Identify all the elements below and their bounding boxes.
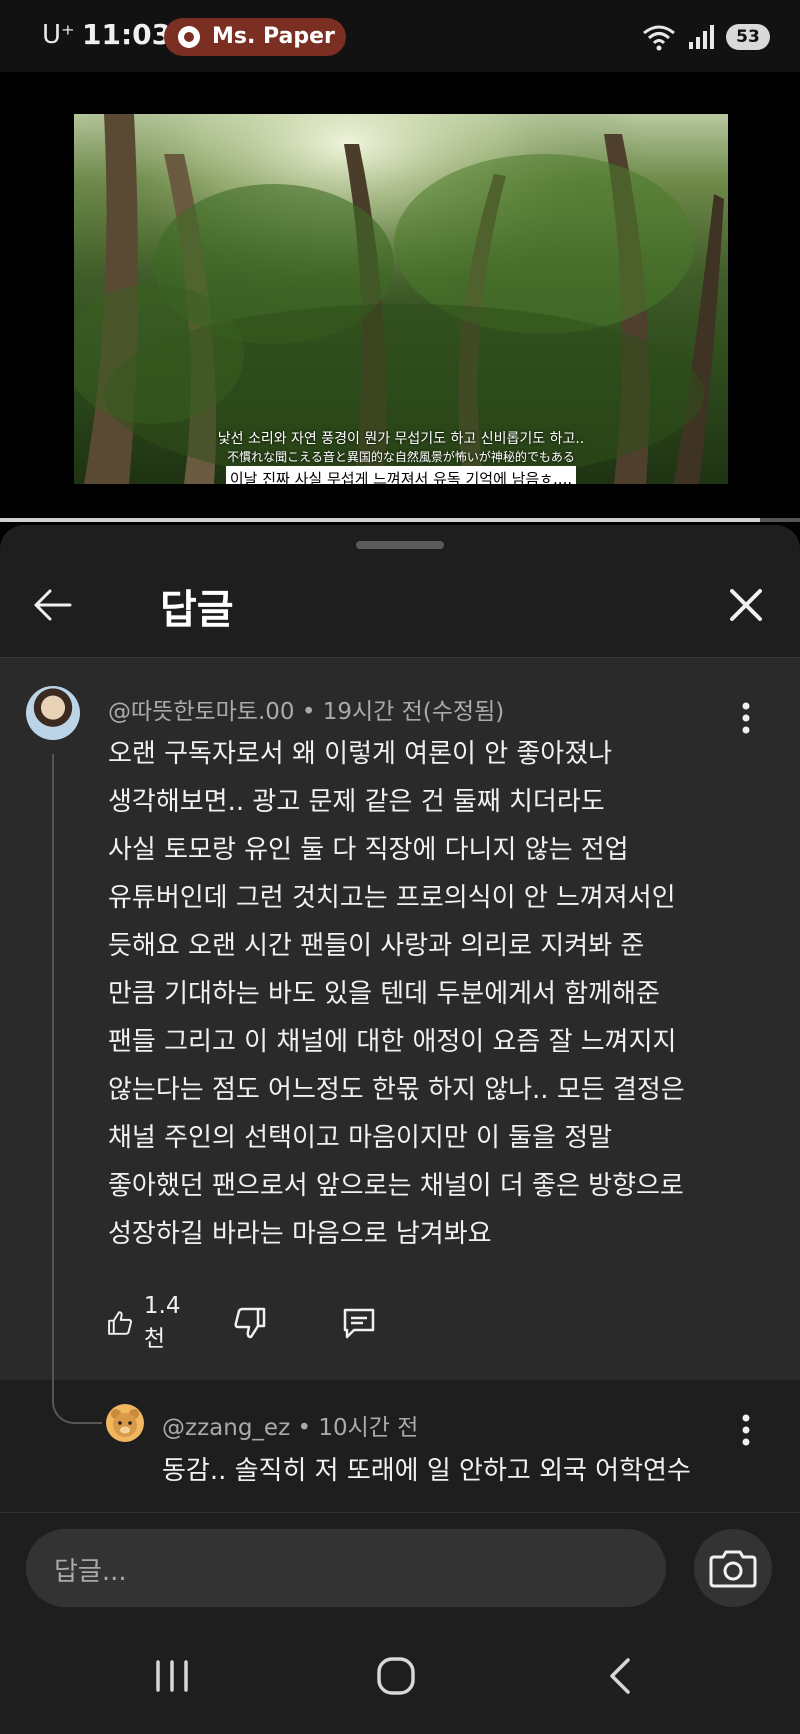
reply-body: 동감.. 솔직히 저 또래에 일 안하고 외국 어학연수 (162, 1456, 691, 1486)
recent-apps-button[interactable] (142, 1646, 202, 1706)
home-button[interactable] (366, 1646, 426, 1706)
subtitle-japanese: 不慣れな聞こえる音と異国的な自然風景が怖いが神秘的でもある (227, 450, 575, 464)
comment-line: 유튜버인데 그런 것치고는 프로의식이 안 느껴져서인 (108, 883, 676, 913)
reply-comment: @zzang_ez • 10시간 전 동감.. 솔직히 저 또래에 일 안하고 … (0, 1380, 800, 1520)
status-bar: U⁺ 11:03 Ms. Paper 53 (0, 0, 800, 72)
system-nav-bar (0, 1620, 800, 1734)
recent-apps-icon (156, 1660, 188, 1692)
media-playing-pill[interactable]: Ms. Paper (164, 18, 346, 56)
comment-line: 않는다는 점도 어느정도 한몫 하지 않나.. 모든 결정은 (108, 1075, 685, 1105)
home-icon (377, 1657, 415, 1695)
back-nav-button[interactable] (592, 1646, 652, 1706)
camera-button[interactable] (694, 1529, 772, 1607)
reply-more-button[interactable] (734, 1410, 758, 1450)
comment-body: 오랜 구독자로서 왜 이렇게 여론이 안 좋아졌나 생각해보면.. 광고 문제 … (108, 730, 758, 1258)
comment-line: 생각해보면.. 광고 문제 같은 건 둘째 치더라도 (108, 787, 605, 817)
thumbs-up-icon (108, 1311, 132, 1335)
like-count: 1.4천 (143, 1293, 181, 1352)
more-vert-icon (742, 1414, 750, 1446)
record-icon (178, 26, 200, 48)
dislike-button[interactable] (232, 1300, 268, 1346)
thumbs-down-icon (234, 1307, 266, 1339)
comment-author-meta[interactable]: @따뜻한토마토.00 • 19시간 전(수정됨) (108, 692, 504, 726)
carrier-label: U⁺ (42, 20, 75, 50)
comment-line: 사실 토모랑 유인 둘 다 직장에 다니지 않는 전업 (108, 835, 629, 865)
wifi-icon (643, 25, 675, 51)
signal-icon (689, 25, 714, 49)
subtitle-korean-1: 낯선 소리와 자연 풍경이 뭔가 무섭기도 하고 신비롭기도 하고.. (217, 431, 585, 447)
comment-icon (343, 1308, 375, 1339)
replies-panel: 답글 @따뜻한토마토.00 • 19시간 전(수정됨) 오랜 구독자로서 왜 이… (0, 525, 800, 1734)
drag-handle[interactable] (356, 541, 444, 549)
reply-input-placeholder: 답글... (54, 1557, 127, 1587)
comment-line: 팬들 그리고 이 채널에 대한 애정이 요즘 잘 느껴지지 (108, 1027, 677, 1057)
panel-header: 답글 (0, 555, 800, 655)
reply-input[interactable]: 답글... (26, 1529, 666, 1607)
arrow-left-icon (34, 589, 72, 621)
comment-line: 좋아했던 팬으로서 앞으로는 채널이 더 좋은 방향으로 (108, 1171, 684, 1201)
bear-avatar-icon (111, 1409, 139, 1437)
comment-line: 성장하길 바라는 마음으로 남겨봐요 (108, 1219, 492, 1249)
video-progress-fill (0, 518, 760, 522)
comment-line: 채널 주인의 선택이고 마음이지만 이 둘을 정말 (108, 1123, 613, 1153)
avatar[interactable] (26, 686, 80, 740)
media-app-label: Ms. Paper (212, 24, 335, 49)
comment-line: 듯해요 오랜 시간 팬들이 사랑과 의리로 지켜봐 준 (108, 931, 645, 961)
reply-thread-curve (52, 1380, 102, 1424)
camera-icon (709, 1550, 757, 1588)
video-frame[interactable]: 낯선 소리와 자연 풍경이 뭔가 무섭기도 하고 신비롭기도 하고.. 不慣れな… (74, 114, 728, 484)
like-button[interactable]: 1.4천 (106, 1293, 189, 1352)
panel-title: 답글 (160, 587, 234, 633)
back-button[interactable] (30, 581, 78, 629)
chevron-left-icon (610, 1658, 630, 1694)
reply-input-bar: 답글... (0, 1512, 800, 1623)
reply-author-meta[interactable]: @zzang_ez • 10시간 전 (162, 1408, 418, 1442)
subtitle-korean-2-wrap: 이날 진짜 사실 무섭게 느껴져서 유독 기억에 남음ㅎ.... (74, 466, 728, 484)
parent-comment: @따뜻한토마토.00 • 19시간 전(수정됨) 오랜 구독자로서 왜 이렇게 … (0, 658, 800, 1534)
battery-indicator: 53 (726, 24, 770, 50)
video-progress-bar[interactable] (0, 518, 800, 522)
comment-line: 만큼 기대하는 바도 있을 텐데 두분에게서 함께해준 (108, 979, 660, 1009)
avatar[interactable] (106, 1404, 144, 1442)
close-button[interactable] (722, 581, 770, 629)
reply-button[interactable] (340, 1300, 378, 1346)
comment-line: 오랜 구독자로서 왜 이렇게 여론이 안 좋아졌나 (108, 739, 613, 769)
close-icon (730, 589, 762, 621)
subtitle-korean-2: 이날 진짜 사실 무섭게 느껴져서 유독 기억에 남음ㅎ.... (225, 466, 577, 484)
status-icons: 53 (642, 20, 770, 54)
clock: 11:03 (82, 18, 172, 51)
video-player[interactable]: 낯선 소리와 자연 풍경이 뭔가 무섭기도 하고 신비롭기도 하고.. 不慣れな… (0, 72, 800, 522)
